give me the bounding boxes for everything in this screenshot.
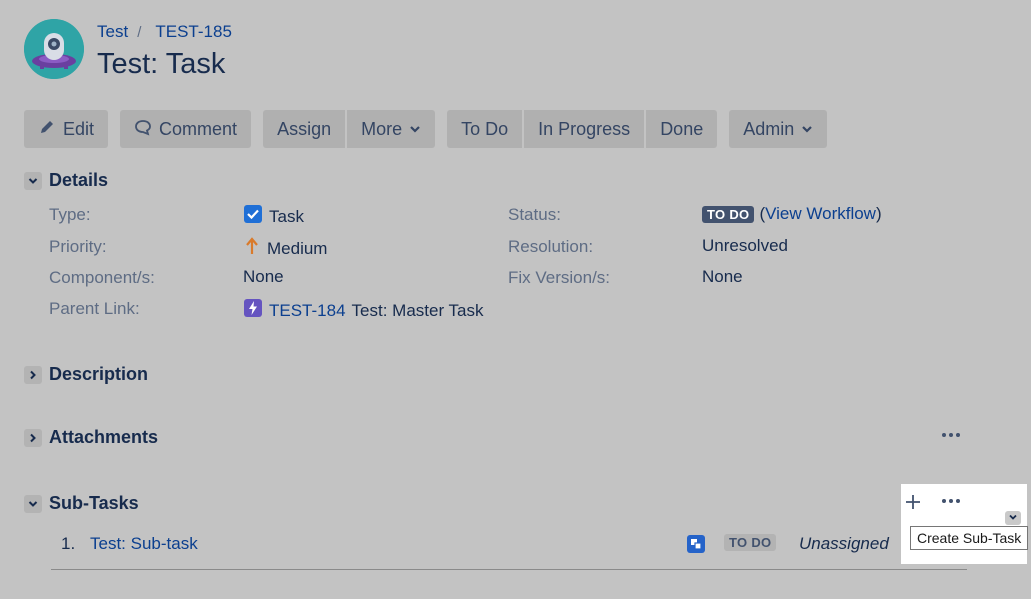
chevron-down-icon	[409, 119, 421, 140]
view-workflow-link[interactable]: View Workflow	[765, 204, 876, 224]
type-label: Type:	[49, 205, 91, 224]
resolution-value: Unresolved	[702, 236, 788, 255]
chevron-right-icon	[24, 365, 42, 384]
arrow-up-priority-icon	[243, 236, 261, 261]
in-progress-transition-label: In Progress	[538, 118, 631, 139]
subtask-assignee: Unassigned	[799, 534, 889, 553]
subtask-row-actions-dropdown[interactable]	[1005, 511, 1021, 525]
assign-button-label: Assign	[277, 118, 332, 139]
project-avatar[interactable]	[24, 19, 84, 79]
comment-button[interactable]: Comment	[120, 110, 252, 148]
component-label: Component/s:	[49, 268, 155, 287]
create-subtask-tooltip: Create Sub-Task	[910, 526, 1029, 550]
status-label: Status:	[508, 205, 561, 224]
chevron-down-icon	[1008, 509, 1018, 527]
description-heading: Description	[49, 364, 149, 384]
breadcrumb-separator: /	[137, 23, 142, 41]
subtask-status-lozenge: TO DO	[724, 534, 777, 552]
resolution-label: Resolution:	[508, 237, 594, 256]
parent-issue-link[interactable]: TEST-184	[269, 301, 346, 321]
subtasks-heading: Sub-Tasks	[49, 493, 139, 513]
chevron-down-icon	[801, 119, 813, 140]
workflow-paren-close: )	[875, 204, 882, 223]
comment-button-label: Comment	[159, 118, 238, 139]
parent-link-label: Parent Link:	[49, 299, 140, 318]
in-progress-transition-button[interactable]: In Progress	[524, 110, 645, 148]
description-section-toggle[interactable]: Description	[24, 364, 148, 385]
status-value: TO DO ( View Workflow )	[702, 204, 882, 224]
type-value: Task	[243, 204, 304, 229]
assign-button[interactable]: Assign	[263, 110, 346, 148]
subtask-status-text: TO DO	[724, 534, 777, 551]
fix-version-value: None	[702, 267, 743, 286]
chevron-down-icon	[24, 494, 42, 513]
todo-transition-button[interactable]: To Do	[447, 110, 523, 148]
breadcrumb: Test / TEST-185	[97, 22, 232, 42]
details-section-toggle[interactable]: Details	[24, 170, 108, 191]
subtask-row-divider	[51, 569, 967, 570]
workflow-transitions-group: To Do In Progress Done	[447, 110, 718, 148]
comment-icon	[134, 118, 152, 141]
chevron-down-icon	[24, 171, 42, 190]
done-transition-label: Done	[660, 118, 704, 139]
subtask-summary-link[interactable]: Test: Sub-task	[90, 534, 198, 554]
edit-button[interactable]: Edit	[24, 110, 109, 148]
component-value: None	[243, 267, 284, 286]
chevron-right-icon	[24, 428, 42, 447]
page-title: Test: Task	[97, 48, 226, 80]
type-value-text: Task	[269, 206, 304, 226]
subtask-index: 1.	[61, 534, 76, 553]
status-lozenge: TO DO	[702, 205, 755, 223]
issue-toolbar: Edit Comment Assign More To Do In Progre…	[24, 110, 828, 148]
breadcrumb-issue-link[interactable]: TEST-185	[155, 22, 232, 42]
subtasks-more-options-icon[interactable]	[940, 491, 962, 516]
fix-version-label: Fix Version/s:	[508, 268, 611, 287]
assign-more-group: Assign More	[263, 110, 436, 148]
task-type-icon	[243, 204, 263, 229]
priority-label: Priority:	[49, 237, 107, 256]
priority-value-text: Medium	[267, 238, 328, 258]
subtask-type-icon	[686, 534, 706, 559]
todo-transition-label: To Do	[461, 118, 509, 139]
attachments-heading: Attachments	[49, 427, 159, 447]
pencil-icon	[38, 118, 56, 141]
create-subtask-plus-icon[interactable]	[903, 492, 923, 517]
breadcrumb-project-link[interactable]: Test	[97, 22, 128, 42]
attachments-more-options-icon[interactable]	[940, 425, 962, 450]
done-transition-button[interactable]: Done	[646, 110, 718, 148]
epic-lightning-icon	[243, 298, 263, 323]
priority-value: Medium	[243, 236, 327, 261]
attachments-section-toggle[interactable]: Attachments	[24, 427, 158, 448]
more-button-label: More	[361, 118, 403, 139]
edit-button-label: Edit	[63, 118, 95, 139]
subtasks-section-toggle[interactable]: Sub-Tasks	[24, 493, 139, 514]
admin-button-label: Admin	[743, 118, 795, 139]
parent-link-value: TEST-184 Test: Master Task	[243, 298, 484, 323]
admin-button[interactable]: Admin	[729, 110, 828, 148]
more-button[interactable]: More	[347, 110, 436, 148]
parent-issue-summary: Test: Master Task	[351, 300, 484, 320]
details-heading: Details	[49, 170, 109, 190]
